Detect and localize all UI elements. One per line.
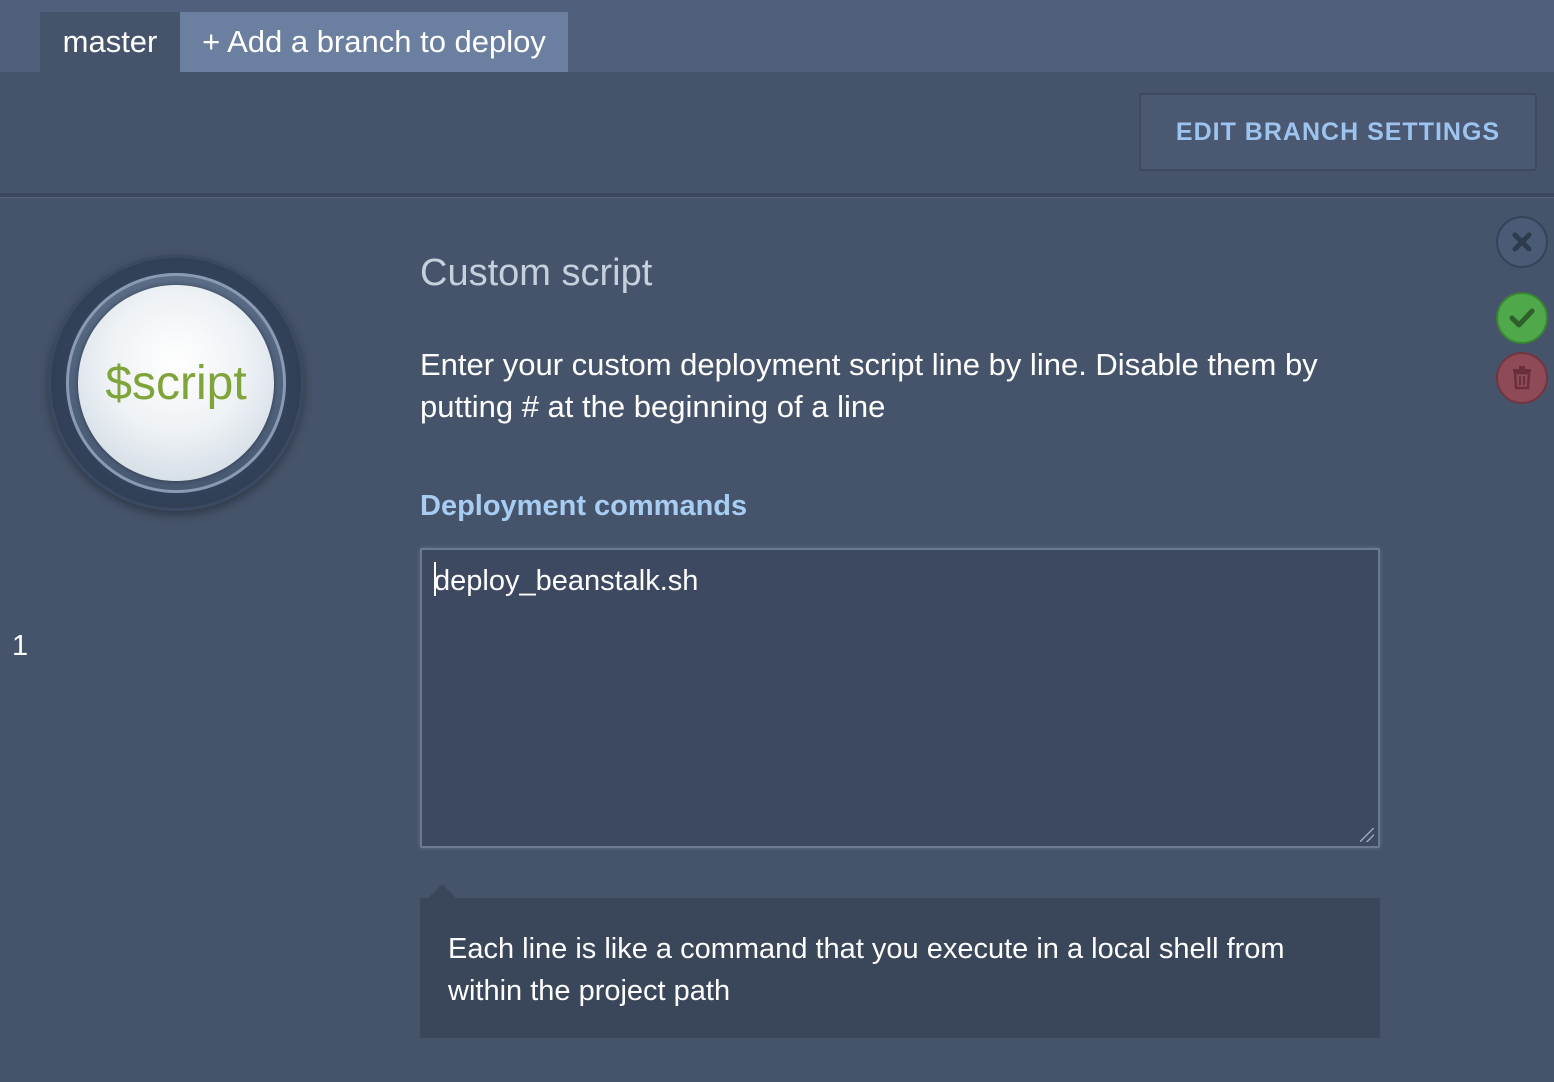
add-branch-tab[interactable]: + Add a branch to deploy bbox=[180, 12, 568, 72]
section-title: Custom script bbox=[420, 252, 653, 294]
step-number: 1 bbox=[12, 630, 29, 662]
deployment-commands-input[interactable]: deploy_beanstalk.sh bbox=[420, 548, 1380, 848]
delete-button[interactable] bbox=[1496, 352, 1548, 404]
header-divider bbox=[0, 193, 1554, 198]
resize-handle-icon[interactable] bbox=[1360, 828, 1374, 842]
trash-icon bbox=[1513, 366, 1531, 390]
script-badge-icon: $script bbox=[48, 255, 304, 511]
section-description: Enter your custom deployment script line… bbox=[420, 347, 1318, 424]
close-icon bbox=[1512, 232, 1532, 252]
deployment-commands-value: deploy_beanstalk.sh bbox=[434, 565, 699, 597]
confirm-button[interactable] bbox=[1496, 292, 1548, 344]
add-branch-label: + Add a branch to deploy bbox=[202, 24, 546, 59]
close-button[interactable] bbox=[1496, 216, 1548, 268]
deployment-commands-label: Deployment commands bbox=[420, 490, 748, 522]
edit-branch-settings-label: EDIT BRANCH SETTINGS bbox=[1175, 117, 1501, 146]
branch-tab-bar: master + Add a branch to deploy bbox=[0, 0, 1554, 72]
badge-face: $script bbox=[78, 285, 274, 481]
badge-label: $script bbox=[105, 356, 247, 410]
commands-hint: Each line is like a command that you exe… bbox=[420, 898, 1380, 1038]
tab-master-label: master bbox=[62, 24, 158, 59]
edit-branch-settings-button[interactable]: EDIT BRANCH SETTINGS bbox=[1139, 93, 1537, 171]
hint-arrow bbox=[428, 884, 456, 898]
tab-master[interactable]: master bbox=[40, 12, 180, 72]
check-icon bbox=[1509, 308, 1535, 328]
